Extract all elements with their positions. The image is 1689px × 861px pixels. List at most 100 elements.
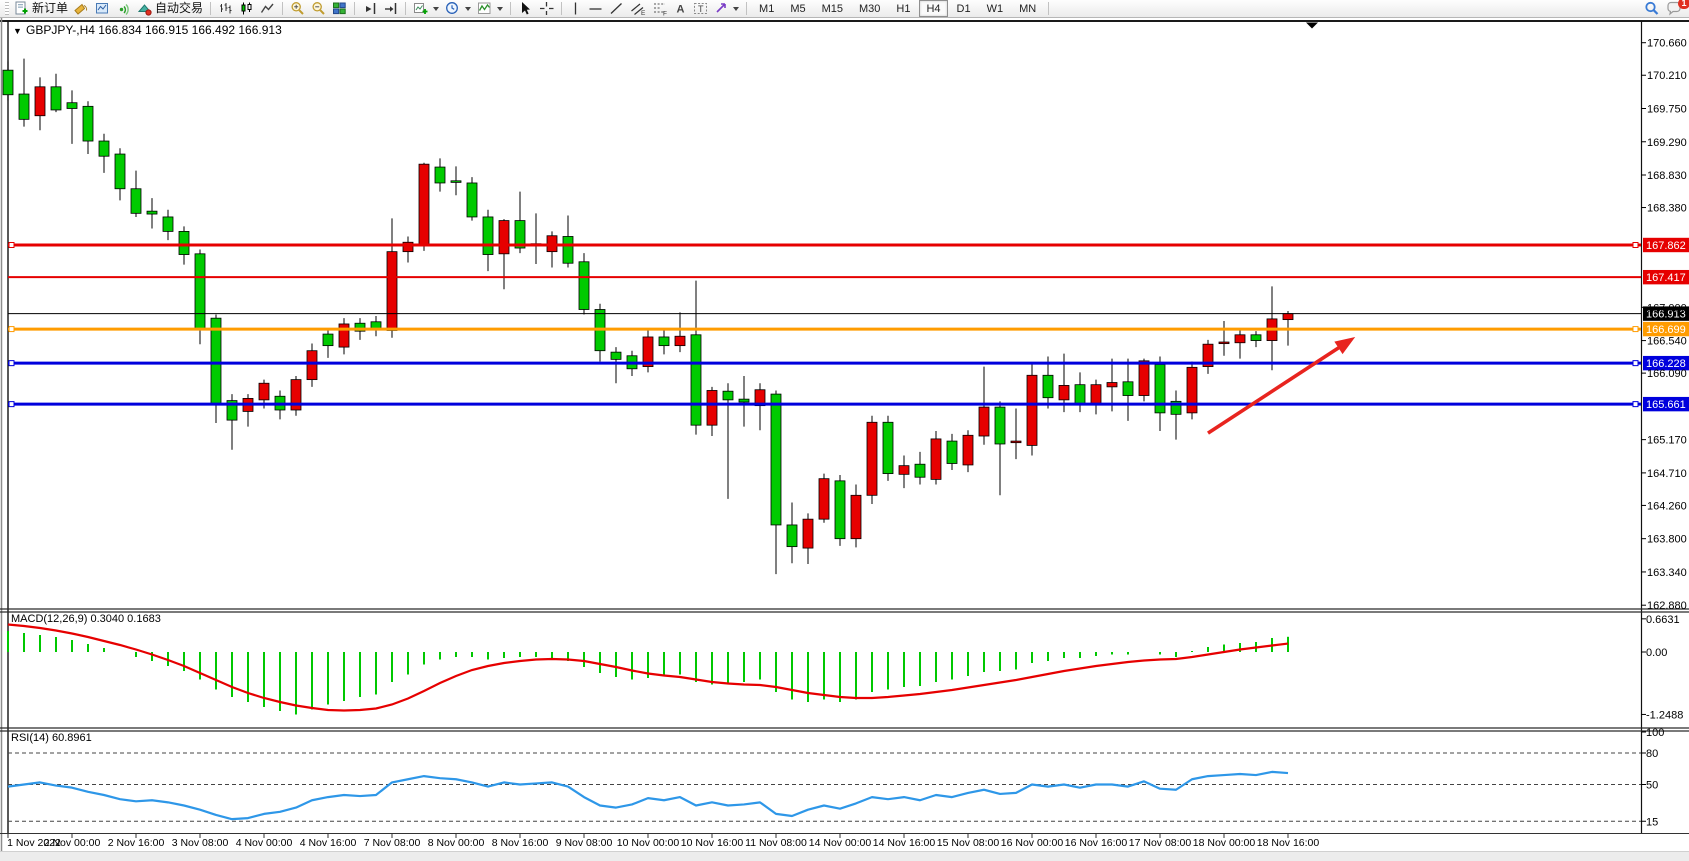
timeframe-group: M1M5M15M30H1H4D1W1MN <box>751 0 1044 17</box>
time-tick-label: 14 Nov 00:00 <box>809 837 872 849</box>
toolbar-separator <box>405 2 406 15</box>
candle-body-down <box>131 189 141 214</box>
hline-handle[interactable] <box>1633 243 1638 248</box>
new-order-button[interactable]: 新订单 <box>11 0 71 17</box>
chat-button[interactable]: 1 <box>1663 0 1686 17</box>
timeframe-M1[interactable]: M1 <box>752 0 781 17</box>
candle-body-down <box>691 335 701 425</box>
price-badge-label: 167.862 <box>1646 240 1686 252</box>
timeframe-MN[interactable]: MN <box>1012 0 1043 17</box>
price-tick-label: 168.830 <box>1647 170 1687 182</box>
bar-chart-mode-button[interactable] <box>215 0 236 17</box>
chart-area[interactable]: 167.862167.417166.913166.699166.228165.6… <box>0 0 1689 861</box>
time-tick-label: 9 Nov 08:00 <box>556 837 613 849</box>
candle-body-up <box>963 435 973 465</box>
text-tool[interactable]: A <box>671 0 690 17</box>
candle-body-up <box>1235 335 1245 343</box>
candle <box>467 177 477 220</box>
hline-handle[interactable] <box>9 361 14 366</box>
time-tick-label: 16 Nov 00:00 <box>1001 837 1064 849</box>
timeframe-W1[interactable]: W1 <box>980 0 1011 17</box>
auto-scroll-icon <box>362 1 377 16</box>
chart-shift-icon <box>383 1 398 16</box>
time-tick-label: 11 Nov 08:00 <box>745 837 807 849</box>
arrows-tool-dropdown[interactable] <box>711 0 742 17</box>
auto-trading-icon <box>137 1 152 16</box>
candle-body-down <box>51 87 61 110</box>
time-tick-label: 3 Nov 08:00 <box>172 837 229 849</box>
timeframe-M30[interactable]: M30 <box>852 0 887 17</box>
timeframe-D1[interactable]: D1 <box>950 0 978 17</box>
time-tick-label: 2 Nov 16:00 <box>108 837 165 849</box>
candle-body-up <box>1187 367 1197 413</box>
hline-handle[interactable] <box>1633 402 1638 407</box>
candle-body-up <box>1283 314 1293 320</box>
fibonacci-tool[interactable]: F <box>649 0 671 17</box>
candle-body-down <box>19 94 29 119</box>
time-tick-label: 4 Nov 00:00 <box>236 837 293 849</box>
hline-handle[interactable] <box>9 402 14 407</box>
auto-scroll-button[interactable] <box>359 0 380 17</box>
main-toolbar: 新订单 自动交易 <box>0 0 1689 18</box>
arrows-icon <box>714 1 728 16</box>
candle-body-up <box>867 422 877 495</box>
indicators-dropdown[interactable] <box>474 0 506 17</box>
line-chart-mode-button[interactable] <box>257 0 278 17</box>
candle <box>931 431 941 485</box>
signal-icon <box>116 1 131 16</box>
zoom-in-button[interactable] <box>287 0 308 17</box>
vertical-line-tool[interactable] <box>566 0 585 17</box>
market-watch-button[interactable] <box>71 0 92 17</box>
chevron-down-icon <box>497 7 503 11</box>
time-tick-label: 18 Nov 16:00 <box>1257 837 1320 849</box>
hline-handle[interactable] <box>9 327 14 332</box>
time-tick-label: 8 Nov 16:00 <box>492 837 549 849</box>
chevron-down-icon <box>433 7 439 11</box>
candle-body-up <box>1107 383 1117 387</box>
search-icon <box>1644 1 1660 17</box>
timeframe-H4[interactable]: H4 <box>919 0 947 17</box>
price-tick-label: 163.800 <box>1647 534 1687 546</box>
hline-handle[interactable] <box>1633 361 1638 366</box>
chart-shift-button[interactable] <box>380 0 401 17</box>
crosshair-tool-button[interactable] <box>536 0 557 17</box>
channel-tool[interactable]: E <box>627 0 649 17</box>
svg-text:T: T <box>698 4 704 14</box>
timeframe-H1[interactable]: H1 <box>889 0 917 17</box>
rsi-axis-label: 15 <box>1646 816 1658 828</box>
candle-body-down <box>435 167 445 183</box>
time-tick-label: 14 Nov 16:00 <box>873 837 936 849</box>
rsi-axis-label: 50 <box>1646 780 1658 792</box>
timeframe-M15[interactable]: M15 <box>815 0 850 17</box>
candle-body-down <box>83 106 93 141</box>
text-label-icon: T <box>693 1 708 16</box>
candle-body-down <box>147 211 157 214</box>
price-tick-label: 166.090 <box>1647 368 1687 380</box>
candle-body-down <box>787 525 797 547</box>
candle-body-down <box>563 236 573 263</box>
time-tick-label: 8 Nov 00:00 <box>428 837 485 849</box>
hline-handle[interactable] <box>9 243 14 248</box>
search-button[interactable] <box>1641 0 1663 17</box>
periods-dropdown[interactable] <box>442 0 474 17</box>
signals-button[interactable] <box>113 0 134 17</box>
tile-windows-button[interactable] <box>329 0 350 17</box>
candle-body-up <box>1059 385 1069 399</box>
auto-trading-button[interactable]: 自动交易 <box>134 0 206 17</box>
candlestick-mode-button[interactable] <box>236 0 257 17</box>
chat-notification-badge: 1 <box>1678 0 1689 9</box>
hline-handle[interactable] <box>1633 327 1638 332</box>
horizontal-line-tool[interactable] <box>585 0 606 17</box>
market-depth-button[interactable] <box>92 0 113 17</box>
new-chart-dropdown[interactable] <box>410 0 442 17</box>
trendline-tool[interactable] <box>606 0 627 17</box>
text-label-tool[interactable]: T <box>690 0 711 17</box>
candle-body-down <box>947 441 957 463</box>
zoom-out-button[interactable] <box>308 0 329 17</box>
symbol-collapse-icon[interactable]: ▼ <box>13 26 22 36</box>
candle-body-down <box>163 217 173 231</box>
candle-body-down <box>915 464 925 477</box>
timeframe-M5[interactable]: M5 <box>783 0 812 17</box>
cursor-tool-button[interactable] <box>515 0 536 17</box>
candle-body-down <box>115 154 125 189</box>
